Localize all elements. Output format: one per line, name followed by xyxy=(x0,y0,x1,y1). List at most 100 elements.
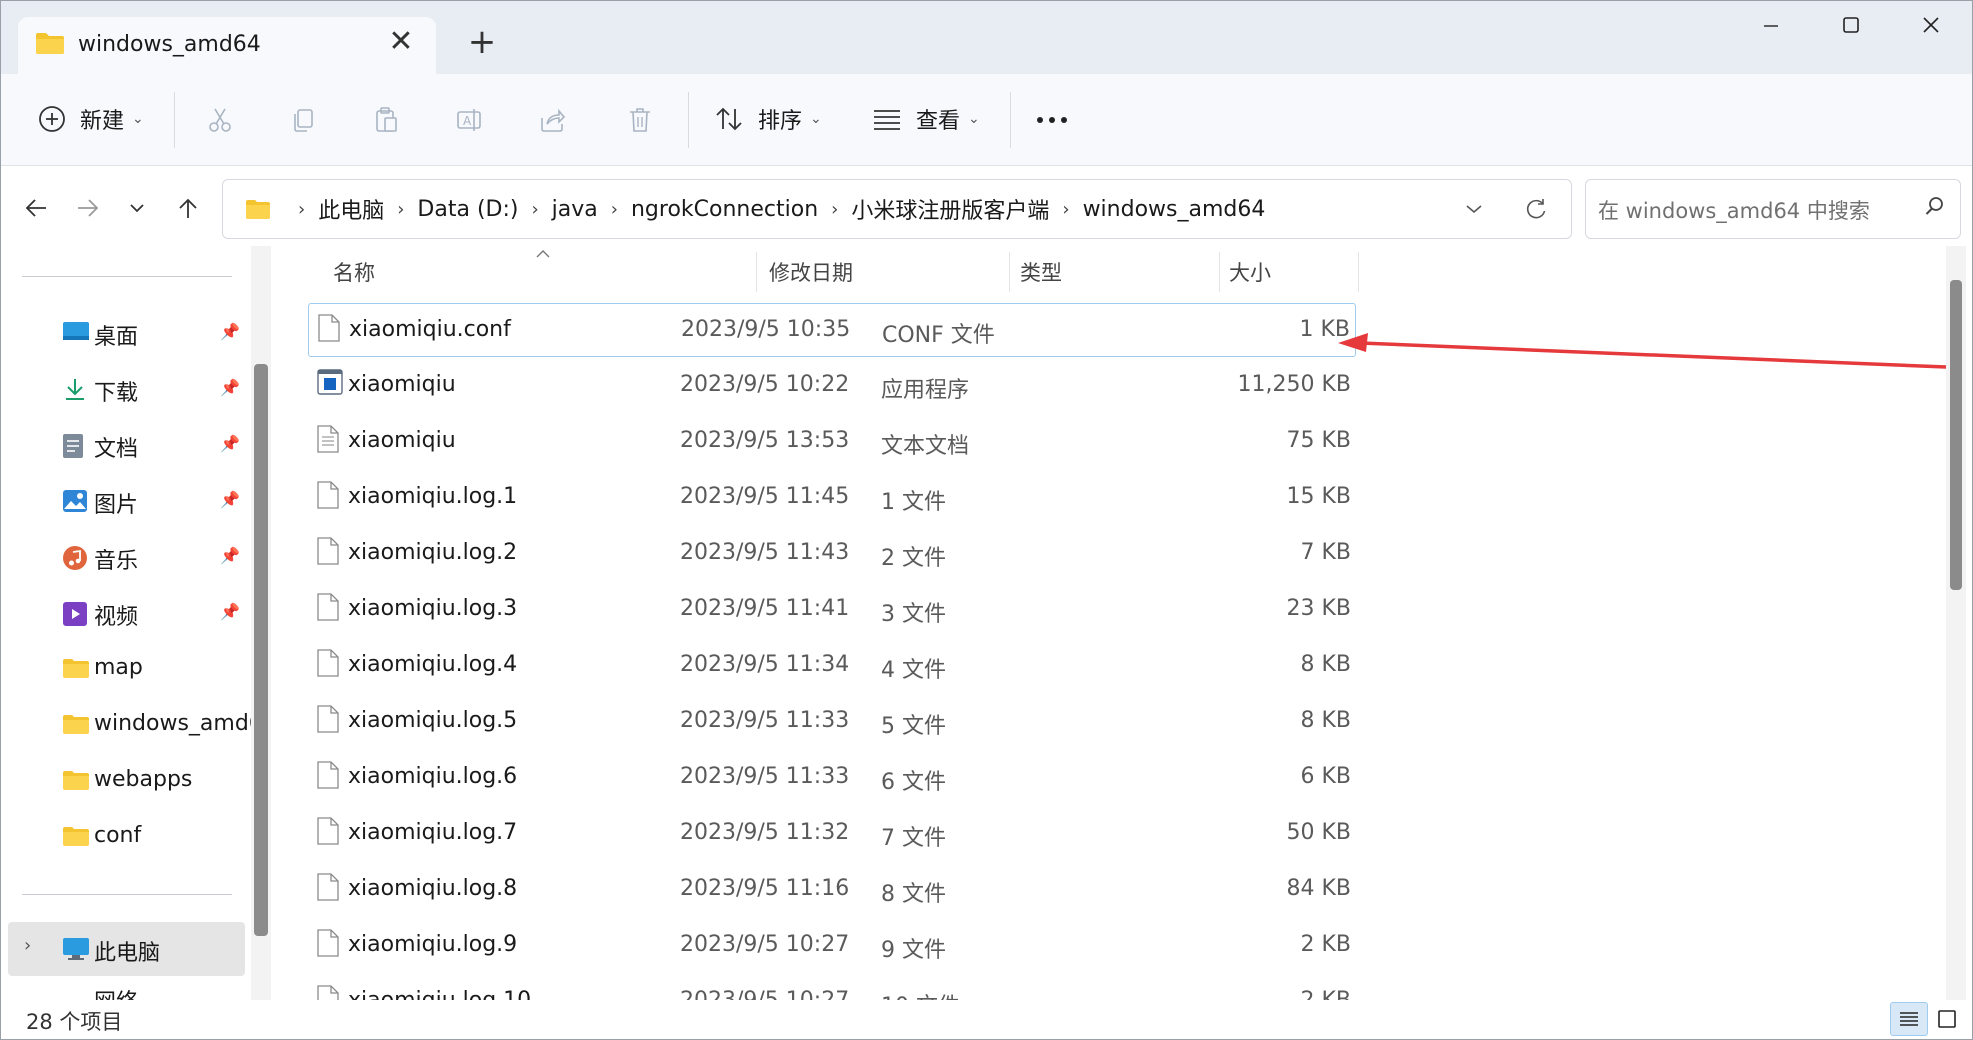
file-name: xiaomiqiu.log.2 xyxy=(348,540,518,565)
sidebar-item-this-pc[interactable]: › 此电脑 xyxy=(8,922,245,976)
pin-icon[interactable]: 📌 xyxy=(220,322,240,341)
file-row[interactable]: xiaomiqiu.log.4 2023/9/5 11:34 4 文件 8 KB xyxy=(308,639,1356,693)
plus-icon[interactable]: + xyxy=(462,22,502,62)
pin-icon[interactable]: 📌 xyxy=(220,490,240,509)
sidebar-item-network[interactable]: 网络 xyxy=(8,980,245,1000)
column-divider[interactable] xyxy=(1009,252,1010,292)
file-row[interactable]: xiaomiqiu.log.9 2023/9/5 10:27 9 文件 2 KB xyxy=(308,919,1356,973)
address-history-chevron-icon[interactable] xyxy=(1457,192,1491,226)
search-box[interactable]: 在 windows_amd64 中搜索 xyxy=(1585,179,1961,239)
sidebar-item-pictures[interactable]: 图片 📌 xyxy=(8,474,245,528)
file-date: 2023/9/5 10:27 xyxy=(680,932,850,957)
file-type: 8 文件 xyxy=(881,882,946,907)
chevron-right-icon[interactable]: › xyxy=(611,199,618,220)
file-type: 文本文档 xyxy=(881,434,970,459)
column-divider[interactable] xyxy=(1358,252,1359,292)
text-document-icon xyxy=(317,425,339,459)
sidebar-item-music[interactable]: 音乐 📌 xyxy=(8,530,245,584)
pin-icon[interactable]: 📌 xyxy=(220,378,240,397)
chevron-right-icon[interactable]: › xyxy=(397,199,404,220)
pin-icon[interactable]: 📌 xyxy=(220,602,240,621)
sidebar-scrollbar-thumb[interactable] xyxy=(254,364,268,936)
delete-icon[interactable] xyxy=(620,100,660,140)
details-view-icon[interactable] xyxy=(1890,1002,1928,1036)
folder-icon xyxy=(62,769,89,793)
paste-icon[interactable] xyxy=(366,100,406,140)
sidebar-item-conf[interactable]: conf xyxy=(8,810,245,864)
file-type: 应用程序 xyxy=(881,378,970,403)
file-date: 2023/9/5 11:41 xyxy=(680,596,850,621)
pin-icon[interactable]: 📌 xyxy=(220,434,240,453)
download-icon xyxy=(62,377,88,401)
file-row[interactable]: xiaomiqiu.log.5 2023/9/5 11:33 5 文件 8 KB xyxy=(308,695,1356,749)
file-row[interactable]: xiaomiqiu 2023/9/5 13:53 文本文档 75 KB xyxy=(308,415,1356,469)
file-row[interactable]: xiaomiqiu.log.8 2023/9/5 11:16 8 文件 84 KB xyxy=(308,863,1356,917)
column-header-name[interactable]: 名称 xyxy=(333,246,375,298)
sidebar-item-downloads[interactable]: 下载 📌 xyxy=(8,362,245,416)
large-icons-view-icon[interactable] xyxy=(1928,1002,1966,1036)
search-icon[interactable] xyxy=(1924,195,1946,221)
breadcrumb-xiaomiqiu-client[interactable]: 小米球注册版客户端 xyxy=(851,193,1049,225)
chevron-right-icon[interactable]: › xyxy=(24,935,31,956)
file-row[interactable]: xiaomiqiu 2023/9/5 10:22 应用程序 11,250 KB xyxy=(308,359,1356,413)
close-tab-icon[interactable]: ✕ xyxy=(384,25,418,59)
file-name: xiaomiqiu.log.4 xyxy=(348,652,518,677)
sidebar-item-documents[interactable]: 文档 📌 xyxy=(8,418,245,472)
svg-text:A: A xyxy=(463,114,472,128)
column-header-type[interactable]: 类型 xyxy=(1020,246,1062,298)
breadcrumb-windows-amd64[interactable]: windows_amd64 xyxy=(1083,197,1266,222)
file-row[interactable]: xiaomiqiu.log.10 2023/9/5 10:27 10 文件 2 KB xyxy=(308,975,1356,1000)
breadcrumb-data-d[interactable]: Data (D:) xyxy=(417,197,518,222)
pin-icon[interactable]: 📌 xyxy=(220,546,240,565)
column-header-size[interactable]: 大小 xyxy=(1229,246,1271,298)
breadcrumb-ngrokconnection[interactable]: ngrokConnection xyxy=(631,197,818,222)
new-button[interactable]: 新建 ⌄ xyxy=(38,96,144,142)
maximize-icon[interactable] xyxy=(1816,8,1886,44)
address-bar[interactable]: › 此电脑 › Data (D:) › java › ngrokConnecti… xyxy=(222,179,1572,239)
file-row[interactable]: xiaomiqiu.log.7 2023/9/5 11:32 7 文件 50 KB xyxy=(308,807,1356,861)
forward-icon[interactable] xyxy=(68,188,108,228)
breadcrumb-java[interactable]: java xyxy=(552,197,598,222)
sidebar-item-windows-amd64[interactable]: windows_amd6 xyxy=(8,698,263,752)
chevron-right-icon[interactable]: › xyxy=(531,199,538,220)
file-row[interactable]: xiaomiqiu.log.3 2023/9/5 11:41 3 文件 23 KB xyxy=(308,583,1356,637)
close-icon[interactable] xyxy=(1896,8,1966,44)
up-icon[interactable] xyxy=(168,188,208,228)
file-icon xyxy=(317,593,339,627)
file-row[interactable]: xiaomiqiu.log.6 2023/9/5 11:33 6 文件 6 KB xyxy=(308,751,1356,805)
file-name: xiaomiqiu.log.8 xyxy=(348,876,518,901)
copy-icon[interactable] xyxy=(283,100,323,140)
chevron-right-icon[interactable]: › xyxy=(1062,199,1069,220)
file-row[interactable]: xiaomiqiu.log.1 2023/9/5 11:45 1 文件 15 KB xyxy=(308,471,1356,525)
view-label: 查看 xyxy=(916,109,961,134)
search-input[interactable]: 在 windows_amd64 中搜索 xyxy=(1598,195,1870,225)
breadcrumb-this-pc[interactable]: 此电脑 xyxy=(318,193,384,225)
minimize-icon[interactable] xyxy=(1736,8,1806,44)
column-divider[interactable] xyxy=(756,252,757,292)
sidebar-item-map[interactable]: map xyxy=(8,642,245,696)
chevron-right-icon[interactable]: › xyxy=(831,199,838,220)
recent-locations-chevron-icon[interactable] xyxy=(117,188,157,228)
cut-icon[interactable] xyxy=(200,100,240,140)
sidebar-item-desktop[interactable]: 桌面 📌 xyxy=(8,306,245,360)
rename-icon[interactable]: A xyxy=(449,100,489,140)
share-icon[interactable] xyxy=(532,100,572,140)
back-icon[interactable] xyxy=(16,188,56,228)
file-type: 10 文件 xyxy=(881,988,960,1000)
sidebar-item-videos[interactable]: 视频 📌 xyxy=(8,586,245,640)
divider xyxy=(22,894,232,895)
file-size: 84 KB xyxy=(1286,876,1351,901)
sidebar-item-webapps[interactable]: webapps xyxy=(8,754,245,808)
sort-button[interactable]: 排序 ⌄ xyxy=(714,96,822,142)
more-icon[interactable] xyxy=(1032,100,1072,140)
file-row[interactable]: xiaomiqiu.log.2 2023/9/5 11:43 2 文件 7 KB xyxy=(308,527,1356,581)
column-divider[interactable] xyxy=(1219,252,1220,292)
sidebar-item-label: 网络 xyxy=(94,984,138,1000)
file-list-scrollbar-thumb[interactable] xyxy=(1950,280,1962,590)
folder-icon xyxy=(35,31,65,59)
refresh-icon[interactable] xyxy=(1519,192,1553,226)
column-header-date[interactable]: 修改日期 xyxy=(769,246,853,298)
tab-windows-amd64[interactable]: windows_amd64 ✕ xyxy=(18,17,436,74)
file-row[interactable]: xiaomiqiu.conf 2023/9/5 10:35 CONF 文件 1 KB xyxy=(308,303,1356,357)
view-button[interactable]: 查看 ⌄ xyxy=(872,96,980,142)
